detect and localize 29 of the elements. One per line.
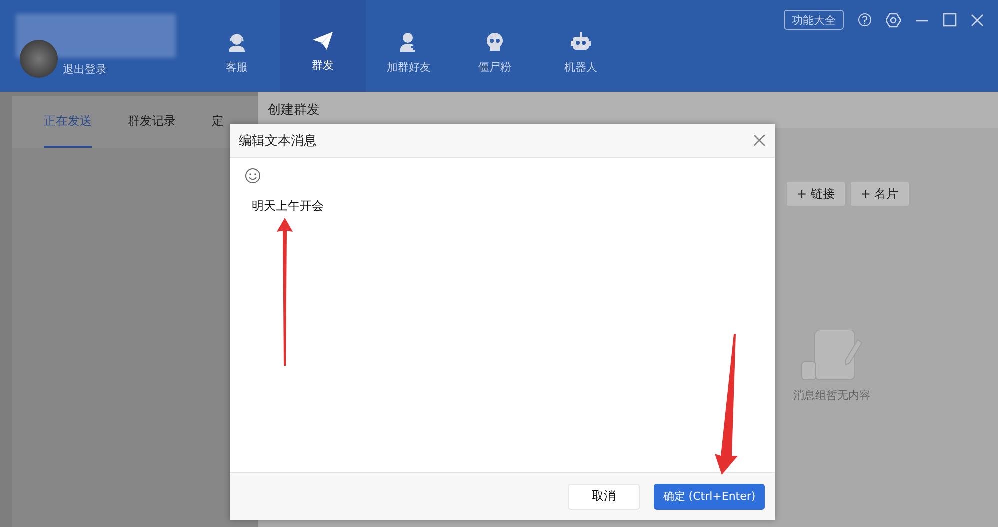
person-add-icon: [400, 32, 418, 52]
cancel-button[interactable]: 取消: [568, 484, 640, 510]
help-icon[interactable]: [858, 13, 872, 27]
message-field[interactable]: 明天上午开会: [230, 184, 775, 472]
paper-plane-icon: [313, 32, 333, 50]
nav-tab[interactable]: 加群好友: [366, 0, 452, 92]
avatar[interactable]: [20, 40, 58, 78]
add-button[interactable]: + 链接: [787, 182, 845, 206]
empty-document-icon: [801, 330, 863, 382]
tab[interactable]: 定: [212, 96, 224, 148]
robot-icon: [571, 32, 591, 52]
empty-message: 消息组暂无内容: [794, 388, 870, 403]
nav-tab[interactable]: 僵尸粉: [452, 0, 538, 92]
add-button[interactable]: + 名片: [850, 182, 909, 206]
settings-icon[interactable]: [886, 12, 901, 28]
maximize-icon[interactable]: [943, 13, 957, 27]
nav-tab[interactable]: 机器人: [538, 0, 624, 92]
headset-icon: [228, 32, 246, 52]
confirm-button[interactable]: 确定 (Ctrl+Enter): [654, 484, 765, 510]
tab[interactable]: 群发记录: [128, 96, 176, 148]
close-icon[interactable]: [754, 135, 765, 146]
smiley-icon[interactable]: [245, 168, 261, 184]
nav-tab[interactable]: 群发: [280, 0, 366, 92]
nav-tab[interactable]: 客服: [194, 0, 280, 92]
skull-icon: [486, 32, 504, 52]
logout-link[interactable]: 退出登录: [63, 62, 107, 77]
section-title: 创建群发: [258, 92, 998, 128]
dialog-title: 编辑文本消息: [239, 132, 317, 150]
features-button[interactable]: 功能大全: [784, 10, 844, 30]
